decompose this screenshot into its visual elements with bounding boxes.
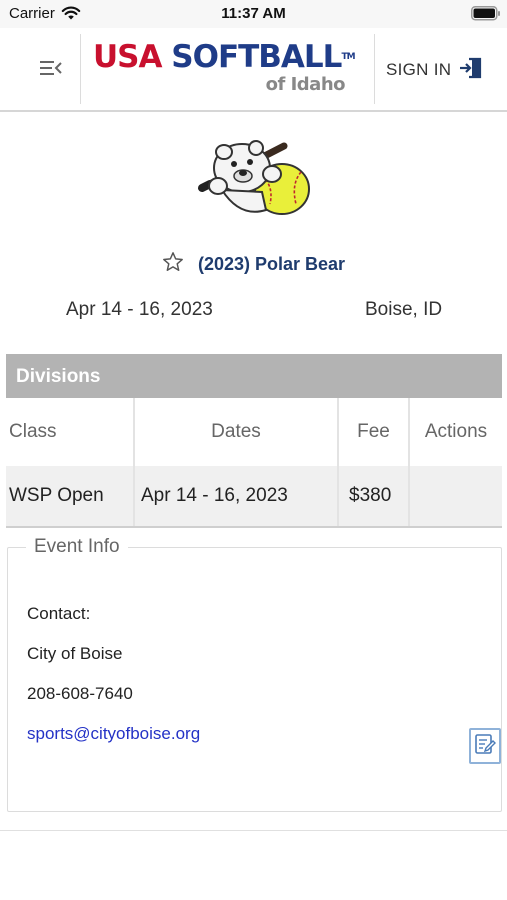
- table-row: WSP Open Apr 14 - 16, 2023 $380: [6, 466, 502, 528]
- division-dates: Apr 14 - 16, 2023: [135, 466, 339, 526]
- notes-icon: [474, 732, 496, 761]
- logo-subtitle: of Idaho: [265, 74, 346, 95]
- column-header-fee: Fee: [339, 398, 410, 466]
- division-fee: $380: [339, 466, 410, 526]
- header-divider: [80, 34, 81, 104]
- contact-email-link[interactable]: sports@cityofboise.org: [27, 724, 200, 744]
- event-title-row: (2023) Polar Bear: [0, 250, 507, 278]
- header-divider: [374, 34, 375, 104]
- status-bar: Carrier 11:37 AM: [0, 0, 507, 28]
- sign-in-button[interactable]: SIGN IN: [386, 56, 483, 84]
- sign-in-icon: [459, 56, 483, 85]
- battery-icon: [471, 6, 501, 26]
- app-header: USA SOFTBALLTM of Idaho SIGN IN: [0, 28, 507, 112]
- status-time: 11:37 AM: [221, 5, 286, 22]
- column-header-class: Class: [6, 398, 135, 466]
- event-info-heading: Event Info: [26, 536, 128, 558]
- event-info-panel: Event Info Contact: City of Boise 208-60…: [7, 536, 502, 812]
- division-actions: [410, 466, 502, 526]
- contact-label: Contact:: [27, 604, 91, 623]
- divisions-heading: Divisions: [6, 354, 502, 398]
- usa-softball-logo[interactable]: USA SOFTBALLTM of Idaho: [93, 38, 359, 100]
- menu-button[interactable]: [30, 50, 72, 90]
- content-bottom-divider: [0, 830, 507, 831]
- event-title: (2023) Polar Bear: [197, 253, 346, 274]
- divisions-table: Class Dates Fee Actions WSP Open Apr 14 …: [6, 398, 502, 528]
- event-location: Boise, ID: [365, 299, 443, 320]
- polar-bear-event-logo: [196, 134, 314, 220]
- sign-in-label: SIGN IN: [386, 60, 452, 79]
- contact-phone[interactable]: 208-608-7640: [27, 684, 133, 704]
- column-header-actions: Actions: [424, 421, 488, 442]
- star-outline-icon[interactable]: [162, 251, 184, 278]
- table-header-row: Class Dates Fee Actions: [6, 398, 502, 466]
- logo-wordmark: USA SOFTBALLTM: [93, 39, 356, 75]
- column-header-dates: Dates: [135, 398, 339, 466]
- division-class: WSP Open: [6, 466, 135, 526]
- event-dates: Apr 14 - 16, 2023: [66, 299, 213, 320]
- notes-button[interactable]: [469, 728, 501, 764]
- menu-collapse-icon: [39, 59, 63, 82]
- contact-organization: City of Boise: [27, 644, 123, 663]
